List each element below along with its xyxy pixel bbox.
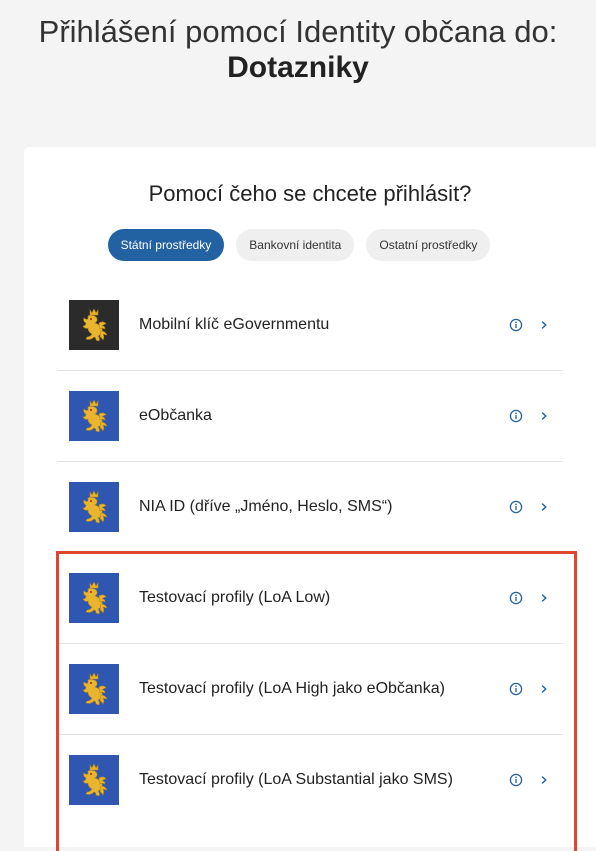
chevron-right-icon [539,502,549,512]
login-option-test-loa-substantial[interactable]: Testovací profily (LoA Substantial jako … [57,735,563,825]
chevron-right-icon [539,593,549,603]
info-icon[interactable] [509,773,523,787]
logo-badge [69,391,119,441]
login-option-label: Testovací profily (LoA High jako eObčank… [139,680,445,697]
czech-lion-icon [77,398,111,434]
logo-badge [69,300,119,350]
czech-lion-icon [77,580,111,616]
info-icon[interactable] [509,591,523,605]
info-icon[interactable] [509,318,523,332]
czech-lion-icon [77,762,111,798]
login-option-label: Testovací profily (LoA Substantial jako … [139,771,453,788]
service-name: Dotazniky [227,51,369,84]
info-icon[interactable] [509,682,523,696]
logo-badge [69,664,119,714]
page-title: Přihlášení pomocí Identity občana do: Do… [0,14,596,86]
login-option-label: eObčanka [139,407,212,424]
tab-statni-prostredky[interactable]: Státní prostředky [107,229,225,261]
czech-lion-icon [77,307,111,343]
logo-badge [69,573,119,623]
login-option-label: Mobilní klíč eGovernmentu [139,316,330,333]
tab-bankovni-identita[interactable]: Bankovní identita [236,229,355,261]
info-icon[interactable] [509,500,523,514]
chevron-right-icon [539,775,549,785]
login-option-test-loa-low[interactable]: Testovací profily (LoA Low) [57,553,563,644]
login-option-mobilni-klic[interactable]: Mobilní klíč eGovernmentu [57,280,563,371]
login-option-test-loa-high[interactable]: Testovací profily (LoA High jako eObčank… [57,644,563,735]
login-options-list: Mobilní klíč eGovernmentu eObčanka NIA I… [57,280,563,825]
login-option-label: NIA ID (dříve „Jméno, Heslo, SMS“) [139,498,393,515]
logo-badge [69,755,119,805]
tab-ostatni-prostredky[interactable]: Ostatní prostředky [366,229,491,261]
login-card: Pomocí čeho se chcete přihlásit? Státní … [24,147,596,847]
login-option-label: Testovací profily (LoA Low) [139,589,331,606]
login-option-nia-id[interactable]: NIA ID (dříve „Jméno, Heslo, SMS“) [57,462,563,553]
chevron-right-icon [539,684,549,694]
card-heading: Pomocí čeho se chcete přihlásit? [148,181,472,206]
czech-lion-icon [77,671,111,707]
czech-lion-icon [77,489,111,525]
logo-badge [69,482,119,532]
page-title-prefix: Přihlášení pomocí Identity občana do: [38,14,558,49]
chevron-right-icon [539,411,549,421]
info-icon[interactable] [509,409,523,423]
chevron-right-icon [539,320,549,330]
login-method-tabs: Státní prostředky Bankovní identita Osta… [24,229,596,261]
login-option-eobcanka[interactable]: eObčanka [57,371,563,462]
